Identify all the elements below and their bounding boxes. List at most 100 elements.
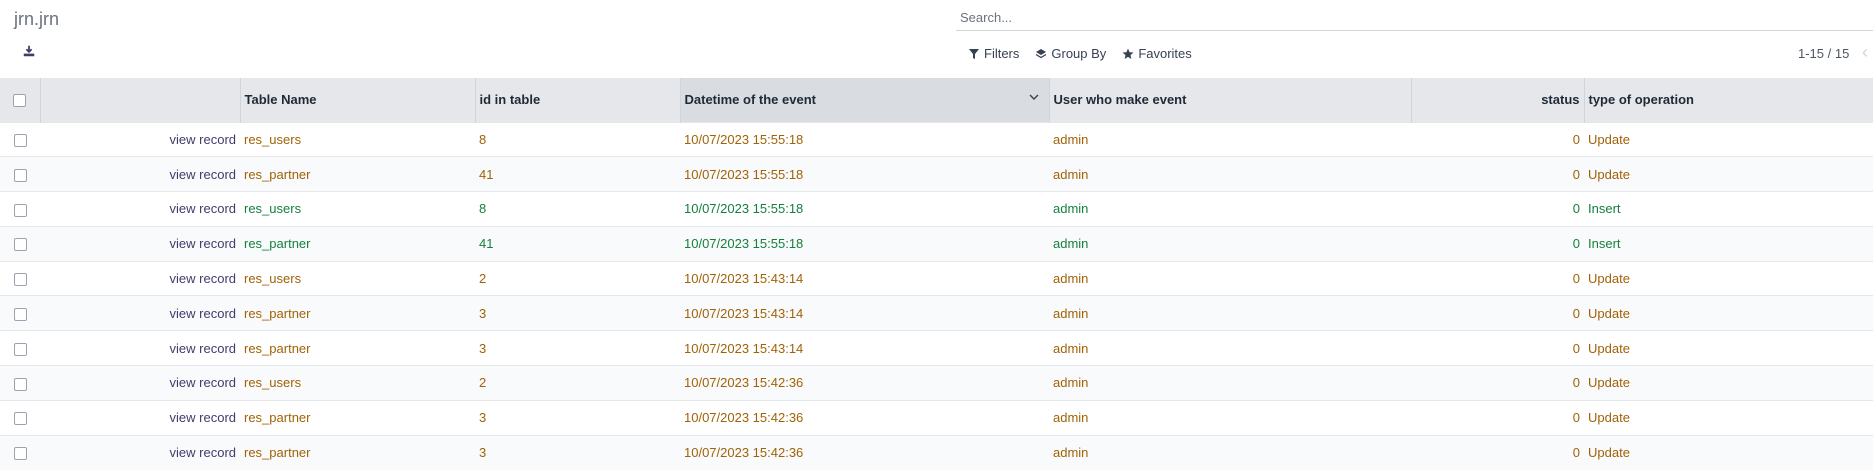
column-header-datetime[interactable]: Datetime of the event bbox=[680, 78, 1050, 122]
cell-datetime: 10/07/2023 15:55:18 bbox=[680, 191, 1049, 227]
cell-status: 0 bbox=[1411, 365, 1584, 401]
cell-user: admin bbox=[1049, 260, 1411, 296]
column-header-table-name-label: Table Name bbox=[244, 92, 317, 108]
cell-user: admin bbox=[1049, 191, 1411, 227]
cell-table-name: res_users bbox=[240, 121, 475, 157]
cell-datetime: 10/07/2023 15:55:18 bbox=[680, 156, 1049, 192]
cell-status: 0 bbox=[1411, 434, 1584, 470]
control-panel: jrn.jrn Filters Group By Favorites 1-15 … bbox=[0, 0, 1873, 78]
groupby-button[interactable]: Group By bbox=[1035, 46, 1106, 61]
cell-user: admin bbox=[1049, 434, 1411, 470]
column-header-table-name[interactable]: Table Name bbox=[240, 78, 476, 122]
cell-user: admin bbox=[1049, 399, 1411, 436]
cell-datetime: 10/07/2023 15:55:18 bbox=[680, 225, 1049, 262]
cell-datetime: 10/07/2023 15:43:14 bbox=[680, 330, 1049, 366]
cell-user: admin bbox=[1049, 225, 1411, 262]
view-record-button[interactable]: view record bbox=[40, 156, 240, 192]
cell-type: Update bbox=[1584, 434, 1873, 470]
column-header-user-label: User who make event bbox=[1053, 92, 1187, 108]
cell-user: admin bbox=[1049, 121, 1411, 157]
cell-table-name: res_partner bbox=[240, 156, 475, 192]
row-select-cell bbox=[0, 191, 40, 227]
favorites-button[interactable]: Favorites bbox=[1122, 46, 1192, 61]
pager-value[interactable]: 1-15 / 15 bbox=[1798, 46, 1849, 61]
column-header-id-in-table[interactable]: id in table bbox=[475, 78, 681, 122]
download-icon bbox=[23, 45, 35, 57]
cell-type: Update bbox=[1584, 330, 1873, 366]
table-row[interactable]: view record res_partner 41 10/07/2023 15:55… bbox=[0, 156, 1873, 192]
cell-id-in-table: 3 bbox=[475, 399, 680, 436]
table-row[interactable]: view record res_partner 3 10/07/2023 15:42:… bbox=[0, 399, 1873, 436]
cell-id-in-table: 3 bbox=[475, 434, 680, 470]
column-header-type[interactable]: type of operation bbox=[1584, 78, 1873, 122]
table-row[interactable]: view record res_users 2 10/07/2023 15:42:36… bbox=[0, 365, 1873, 401]
select-all-checkbox[interactable] bbox=[13, 94, 27, 108]
view-record-button[interactable]: view record bbox=[40, 225, 240, 262]
row-select-cell bbox=[0, 399, 40, 436]
row-select-cell bbox=[0, 121, 40, 157]
column-header-user[interactable]: User who make event bbox=[1049, 78, 1412, 122]
cell-status: 0 bbox=[1411, 191, 1584, 227]
row-checkbox[interactable] bbox=[13, 133, 27, 147]
cell-table-name: res_partner bbox=[240, 225, 475, 262]
cell-datetime: 10/07/2023 15:42:36 bbox=[680, 434, 1049, 470]
table-row[interactable]: view record res_users 8 10/07/2023 15:55:18… bbox=[0, 191, 1873, 227]
row-checkbox[interactable] bbox=[13, 447, 27, 461]
table-row[interactable]: view record res_partner 41 10/07/2023 15:55… bbox=[0, 225, 1873, 262]
filters-button[interactable]: Filters bbox=[968, 46, 1019, 61]
table-row[interactable]: view record res_partner 3 10/07/2023 15:43:… bbox=[0, 295, 1873, 331]
table-row[interactable]: view record res_users 2 10/07/2023 15:43:14… bbox=[0, 260, 1873, 296]
column-header-id-label: id in table bbox=[479, 92, 541, 108]
cell-id-in-table: 8 bbox=[475, 191, 680, 227]
table-row[interactable]: view record res_users 8 10/07/2023 15:55:18… bbox=[0, 121, 1873, 157]
cell-id-in-table: 8 bbox=[475, 121, 680, 157]
view-record-button[interactable]: view record bbox=[40, 330, 240, 366]
row-select-cell bbox=[0, 365, 40, 401]
row-checkbox[interactable] bbox=[13, 203, 27, 217]
cell-user: admin bbox=[1049, 156, 1411, 192]
row-checkbox[interactable] bbox=[13, 307, 27, 321]
view-record-button[interactable]: view record bbox=[40, 260, 240, 296]
pager-previous-icon[interactable]: ‹ bbox=[1862, 44, 1873, 60]
row-checkbox[interactable] bbox=[13, 273, 27, 287]
row-checkbox[interactable] bbox=[13, 412, 27, 426]
cell-datetime: 10/07/2023 15:43:14 bbox=[680, 260, 1049, 296]
view-record-button[interactable]: view record bbox=[40, 295, 240, 331]
row-select-cell bbox=[0, 330, 40, 366]
cell-status: 0 bbox=[1411, 330, 1584, 366]
view-record-button[interactable]: view record bbox=[40, 121, 240, 157]
cell-status: 0 bbox=[1411, 156, 1584, 192]
row-checkbox[interactable] bbox=[13, 238, 27, 252]
select-all-cell bbox=[0, 78, 41, 122]
journal-list-table: Table Name id in table Datetime of the e… bbox=[0, 78, 1873, 470]
cell-id-in-table: 2 bbox=[475, 260, 680, 296]
cell-status: 0 bbox=[1411, 295, 1584, 331]
column-header-status[interactable]: status bbox=[1411, 78, 1585, 122]
cell-table-name: res_users bbox=[240, 365, 475, 401]
download-button[interactable] bbox=[22, 44, 40, 62]
cell-datetime: 10/07/2023 15:43:14 bbox=[680, 295, 1049, 331]
search-bar[interactable] bbox=[956, 5, 1873, 31]
view-record-button[interactable]: view record bbox=[40, 434, 240, 470]
cell-type: Insert bbox=[1584, 225, 1873, 262]
filters-label: Filters bbox=[984, 46, 1020, 61]
view-record-button[interactable]: view record bbox=[40, 365, 240, 401]
row-checkbox[interactable] bbox=[13, 342, 27, 356]
table-row[interactable]: view record res_partner 3 10/07/2023 15:42:… bbox=[0, 434, 1873, 470]
cell-id-in-table: 41 bbox=[475, 225, 680, 262]
column-header-type-label: type of operation bbox=[1588, 92, 1694, 108]
cell-table-name: res_partner bbox=[240, 330, 475, 366]
row-checkbox[interactable] bbox=[13, 377, 27, 391]
search-input[interactable] bbox=[956, 5, 1873, 30]
view-record-button[interactable]: view record bbox=[40, 399, 240, 436]
cell-type: Update bbox=[1584, 156, 1873, 192]
table-row[interactable]: view record res_partner 3 10/07/2023 15:43:… bbox=[0, 330, 1873, 366]
favorites-label: Favorites bbox=[1138, 46, 1192, 61]
column-header-status-label: status bbox=[1541, 92, 1580, 108]
row-select-cell bbox=[0, 156, 40, 192]
row-select-cell bbox=[0, 225, 40, 262]
cell-type: Update bbox=[1584, 399, 1873, 436]
cell-status: 0 bbox=[1411, 399, 1584, 436]
row-checkbox[interactable] bbox=[13, 168, 27, 182]
view-record-button[interactable]: view record bbox=[40, 191, 240, 227]
